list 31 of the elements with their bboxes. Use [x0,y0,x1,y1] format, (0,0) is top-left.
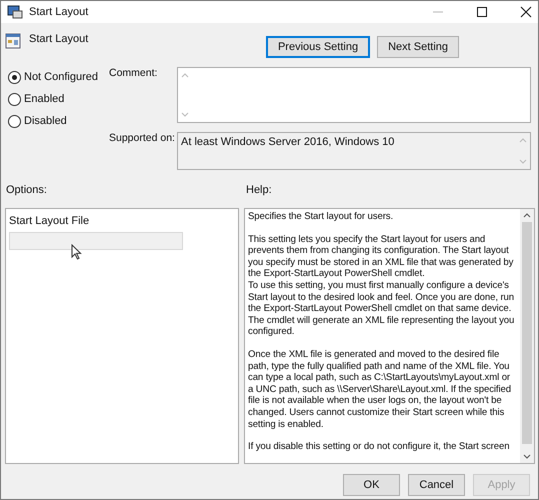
scrollbar[interactable] [520,209,534,463]
comment-label: Comment: [109,67,158,81]
help-paragraph: This setting lets you specify the Start layout for users and prevents them from changing its configuration. The Start layout you specify must be stored in an XML file that was generated by the Export-StartLayout PowerShell cmdlet. To use this setting, you must first manually configure a device's Start layout to the desired look and feel. Once you are done, run the Export-StartLayout PowerShell cmdlet on that same device. The cmdlet will generate an XML file representing the layout you configured. [248,234,516,338]
supported-on-field: At least Windows Server 2016, Windows 10 [177,132,531,170]
state-radio[interactable]: Not Configured [8,70,109,84]
window-title: Start Layout [29,6,88,18]
policy-name: Start Layout [29,33,88,45]
scroll-down-icon[interactable] [523,454,531,459]
state-radio[interactable]: Disabled [8,114,109,128]
help-label: Help: [246,184,272,196]
mouse-pointer-icon [71,244,82,260]
supported-on-label: Supported on: [109,132,176,146]
help-paragraph: Once the XML file is generated and moved to the desired file path, type the fully qualified path and name of the XML file. You can type a local path, such as C:\StartLayouts\myLayout.xml or a UNC path, such as \\Server\Share\Layout.xml. If the specified file is not available when the user logs on, the layout won't be changed. Users cannot customize their Start screen while this setting is enabled. [248,348,512,430]
dialog-button[interactable]: OK [343,474,400,496]
options-label: Options: [6,184,48,196]
nav-button[interactable]: Previous Setting [266,36,370,58]
help-paragraph: If you disable this setting or do not configure it, the Start screen [248,441,510,453]
layout-file-field[interactable] [9,232,183,250]
field-label: Start Layout File [9,215,90,227]
dialog-button[interactable]: Cancel [408,474,465,496]
radio-circle-icon[interactable] [8,70,21,84]
policy-icon [7,5,23,19]
radio-circle-icon[interactable] [8,92,21,106]
radio-circle-icon[interactable] [8,114,21,128]
scroll-up-icon[interactable] [523,213,531,218]
policy-icon [5,33,21,49]
close-icon[interactable] [520,6,532,18]
maximize-icon[interactable] [476,6,488,18]
help-paragraph: Specifies the Start layout for users. [248,211,394,223]
state-radio[interactable]: Enabled [8,92,109,106]
nav-button[interactable]: Next Setting [377,36,459,58]
